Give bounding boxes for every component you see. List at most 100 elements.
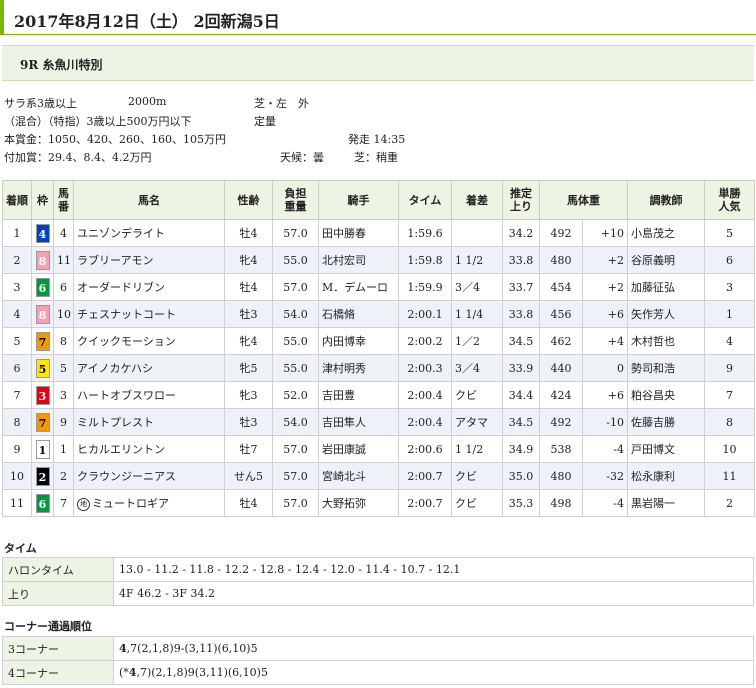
trainer-cell[interactable]: 谷原義明	[627, 246, 705, 274]
trainer-cell[interactable]: 粕谷昌央	[627, 381, 705, 409]
trainer-cell[interactable]: 加藤征弘	[627, 273, 705, 301]
time-cell: 2:00.1	[398, 300, 452, 328]
furlong-label: ハロンタイム	[2, 557, 114, 582]
bonus-prize: 付加賞：29.4、8.4、4.2万円	[4, 151, 152, 164]
horse-name-cell[interactable]: ミルトプレスト	[73, 408, 225, 436]
sexage-cell: 牝4	[224, 327, 273, 355]
race-distance: 2000m	[128, 95, 167, 108]
table-row: 4 8 10 チェスナットコート 牡3 54.0 石橋脩 2:00.1 1 1/4 33.8 456…	[2, 300, 755, 328]
rank-cell: 5	[2, 327, 32, 355]
jockey-cell[interactable]: 大野拓弥	[318, 489, 399, 517]
bodyweight-cell: 462	[539, 327, 583, 355]
trainer-cell[interactable]: 木村哲也	[627, 327, 705, 355]
horse-name-cell[interactable]: 地ミュートロギア	[73, 489, 225, 517]
num-cell: 2	[53, 462, 74, 490]
num-cell: 1	[53, 435, 74, 463]
horse-name[interactable]: ハートオブスワロー	[77, 389, 176, 402]
jockey-cell[interactable]: 北村宏司	[318, 246, 399, 274]
num-cell: 4	[53, 219, 74, 247]
popularity-cell: 11	[704, 462, 755, 490]
horse-name-cell[interactable]: クラウンジーニアス	[73, 462, 225, 490]
last-row: 上り 4F 46.2 - 3F 34.2	[2, 581, 754, 606]
time-cell: 1:59.9	[398, 273, 452, 301]
horse-name-cell[interactable]: ハートオブスワロー	[73, 381, 225, 409]
frame-cell: 2	[31, 462, 54, 490]
jockey-cell[interactable]: 津村明秀	[318, 354, 399, 382]
weight-cell: 57.0	[272, 219, 319, 247]
horse-name[interactable]: クイックモーション	[77, 335, 176, 348]
horse-name[interactable]: チェスナットコート	[77, 308, 176, 321]
horse-name-cell[interactable]: ユニゾンデライト	[73, 219, 225, 247]
jockey-cell[interactable]: M．デムーロ	[318, 273, 399, 301]
header-frame: 枠	[31, 180, 54, 220]
trainer-cell[interactable]: 戸田博文	[627, 435, 705, 463]
horse-name[interactable]: アイノカケハシ	[77, 362, 153, 375]
jockey-cell[interactable]: 宮崎北斗	[318, 462, 399, 490]
horse-name[interactable]: オーダードリブン	[77, 281, 165, 294]
bodyweight-diff-cell: +6	[582, 381, 628, 409]
table-row: 7 3 3 ハートオブスワロー 牝3 52.0 吉田豊 2:00.4 クビ 34.4 424 +6 粕谷…	[2, 381, 755, 409]
bodyweight-diff-cell: -32	[582, 462, 628, 490]
bodyweight-diff-cell: 0	[582, 354, 628, 382]
bodyweight-diff-cell: +4	[582, 327, 628, 355]
rank-cell: 6	[2, 354, 32, 382]
frame-cell: 1	[31, 435, 54, 463]
time-cell: 2:00.6	[398, 435, 452, 463]
jockey-cell[interactable]: 石橋脩	[318, 300, 399, 328]
frame-cell: 7	[31, 408, 54, 436]
corner4-value: (*4,7)(2,1,8)9(3,11)(6,10)5	[113, 660, 754, 685]
jockey-cell[interactable]: 岩田康誠	[318, 435, 399, 463]
sexage-cell: 牝4	[224, 246, 273, 274]
horse-name[interactable]: クラウンジーニアス	[77, 470, 176, 483]
results-header-row: 着順 枠 馬番 馬名 性齢 負担重量 騎手 タイム 着差 推定上り 馬体重 調教…	[2, 180, 755, 220]
jockey-cell[interactable]: 吉田隼人	[318, 408, 399, 436]
page: 2017年8月12日（土） 2回新潟5日 9R 糸魚川特別 サラ系3歳以上 20…	[0, 0, 756, 688]
num-cell: 3	[53, 381, 74, 409]
bodyweight-cell: 480	[539, 246, 583, 274]
table-row: 5 7 8 クイックモーション 牝4 55.0 内田博幸 2:00.2 1／2 34.5 462 +4…	[2, 327, 755, 355]
page-title-bar: 2017年8月12日（土） 2回新潟5日	[0, 0, 756, 35]
frame-cell: 8	[31, 300, 54, 328]
time-cell: 2:00.4	[398, 381, 452, 409]
header-pop: 単勝人気	[704, 180, 755, 220]
horse-name[interactable]: ユニゾンデライト	[77, 227, 165, 240]
popularity-cell: 6	[704, 246, 755, 274]
jockey-cell[interactable]: 田中勝春	[318, 219, 399, 247]
horse-name[interactable]: ヒカルエリントン	[77, 443, 165, 456]
frame-cell: 5	[31, 354, 54, 382]
trainer-cell[interactable]: 勢司和浩	[627, 354, 705, 382]
frame-badge: 7	[35, 412, 50, 432]
jockey-cell[interactable]: 内田博幸	[318, 327, 399, 355]
horse-name[interactable]: ミルトプレスト	[77, 416, 154, 429]
num-cell: 10	[53, 300, 74, 328]
last3f-cell: 33.8	[502, 300, 540, 328]
trainer-cell[interactable]: 黒岩陽一	[627, 489, 705, 517]
frame-badge: 3	[35, 385, 50, 405]
trainer-cell[interactable]: 小島茂之	[627, 219, 705, 247]
margin-cell: クビ	[451, 381, 503, 409]
header-weight: 負担重量	[272, 180, 319, 220]
horse-name-cell[interactable]: アイノカケハシ	[73, 354, 225, 382]
horse-name-cell[interactable]: チェスナットコート	[73, 300, 225, 328]
trainer-cell[interactable]: 佐藤吉勝	[627, 408, 705, 436]
horse-name[interactable]: ミュートロギア	[92, 497, 169, 510]
trainer-cell[interactable]: 矢作芳人	[627, 300, 705, 328]
time-table: ハロンタイム 13.0 - 11.2 - 11.8 - 12.2 - 12.8 …	[2, 557, 754, 606]
horse-name-cell[interactable]: オーダードリブン	[73, 273, 225, 301]
horse-name-cell[interactable]: クイックモーション	[73, 327, 225, 355]
bodyweight-cell: 424	[539, 381, 583, 409]
race-name: 9R 糸魚川特別	[20, 58, 103, 72]
trainer-cell[interactable]: 松永康利	[627, 462, 705, 490]
horse-name-cell[interactable]: ラブリーアモン	[73, 246, 225, 274]
frame-cell: 3	[31, 381, 54, 409]
popularity-cell: 3	[704, 273, 755, 301]
table-row: 9 1 1 ヒカルエリントン 牡7 57.0 岩田康誠 2:00.6 1 1/2 34.9 538-…	[2, 435, 755, 463]
sexage-cell: せん5	[224, 462, 273, 490]
popularity-cell: 8	[704, 408, 755, 436]
jockey-cell[interactable]: 吉田豊	[318, 381, 399, 409]
table-row: 3 6 6 オーダードリブン 牡4 57.0 M．デムーロ 1:59.9 3／4 33.7 454 +…	[2, 273, 755, 301]
horse-name[interactable]: ラブリーアモン	[77, 254, 154, 267]
horse-name-cell[interactable]: ヒカルエリントン	[73, 435, 225, 463]
margin-cell: 1 1/2	[451, 435, 503, 463]
time-section-title: タイム	[4, 542, 37, 555]
